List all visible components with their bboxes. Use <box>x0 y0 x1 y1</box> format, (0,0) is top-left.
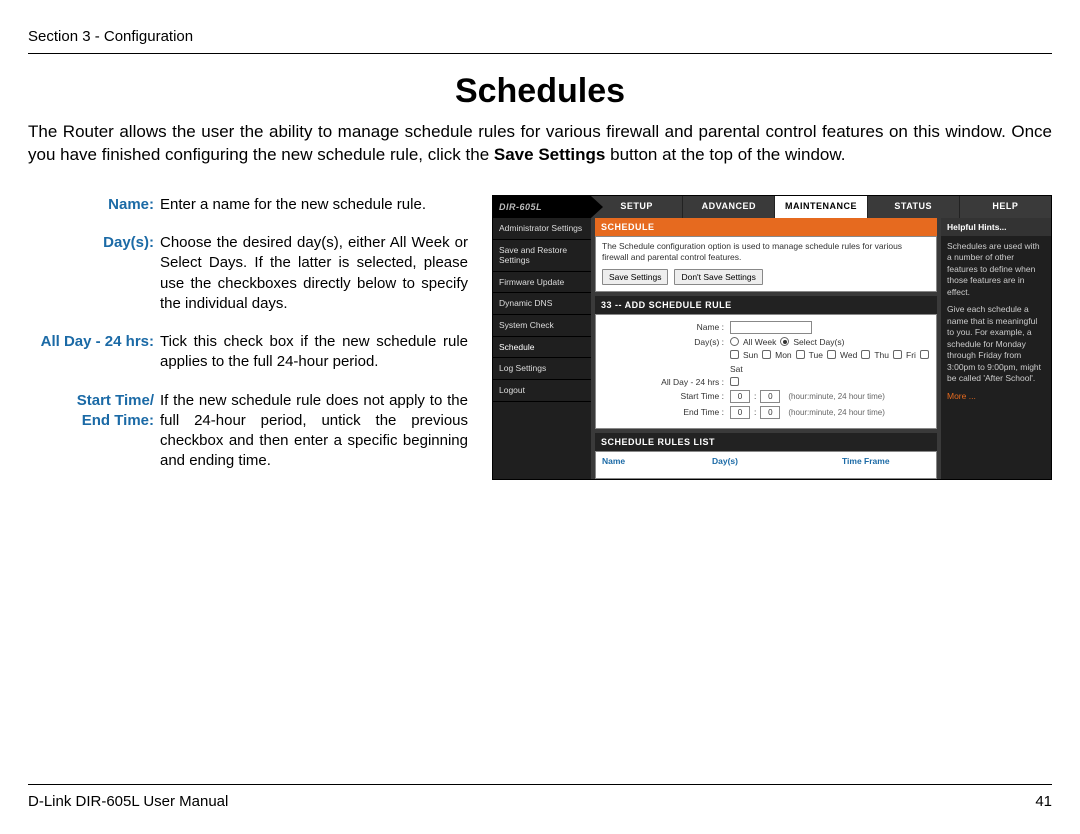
help-more-link[interactable]: More ... <box>947 391 1045 402</box>
form-days-label: Day(s) : <box>602 337 730 347</box>
time-sep: : <box>754 407 756 417</box>
sidenav-save-restore[interactable]: Save and Restore Settings <box>493 240 591 272</box>
panel-schedule-head: SCHEDULE <box>595 218 937 236</box>
radio-select-days-label: Select Day(s) <box>793 337 844 347</box>
definition-days: Day(s): Choose the desired day(s), eithe… <box>28 233 468 314</box>
sidenav-firmware[interactable]: Firmware Update <box>493 272 591 294</box>
save-settings-button[interactable]: Save Settings <box>602 269 668 285</box>
panel-desc: The Schedule configuration option is use… <box>596 237 936 267</box>
footer-left: D-Link DIR-605L User Manual <box>28 793 228 810</box>
chk-allday[interactable] <box>730 377 739 386</box>
start-hour-input[interactable]: 0 <box>730 390 750 403</box>
chk-fri[interactable] <box>893 350 902 359</box>
sidenav-system-check[interactable]: System Check <box>493 315 591 337</box>
sidenav-admin[interactable]: Administrator Settings <box>493 218 591 240</box>
end-time-hint: (hour:minute, 24 hour time) <box>788 408 885 417</box>
radio-all-week[interactable] <box>730 337 739 346</box>
day-sat: Sat <box>730 364 743 374</box>
col-days: Day(s) <box>712 456 842 466</box>
chk-wed[interactable] <box>827 350 836 359</box>
help-p1: Schedules are used with a number of othe… <box>947 241 1045 298</box>
start-time-hint: (hour:minute, 24 hour time) <box>788 392 885 401</box>
time-sep: : <box>754 391 756 401</box>
definition-name: Name: Enter a name for the new schedule … <box>28 195 468 215</box>
help-head: Helpful Hints... <box>941 218 1051 236</box>
form-name-label: Name : <box>602 322 730 332</box>
tab-maintenance[interactable]: MAINTENANCE <box>775 196 867 218</box>
chk-mon[interactable] <box>762 350 771 359</box>
sidenav-schedule[interactable]: Schedule <box>493 337 591 359</box>
chk-thu[interactable] <box>861 350 870 359</box>
section-header: Section 3 - Configuration <box>28 28 1052 54</box>
router-screenshot: DIR-605L SETUP ADVANCED MAINTENANCE STAT… <box>492 195 1052 490</box>
chk-sat[interactable] <box>920 350 929 359</box>
tab-advanced[interactable]: ADVANCED <box>683 196 775 218</box>
definition-label: Name: <box>28 195 160 215</box>
day-mon: Mon <box>775 350 792 360</box>
intro-paragraph: The Router allows the user the ability t… <box>28 121 1052 167</box>
tab-status[interactable]: STATUS <box>868 196 960 218</box>
end-min-input[interactable]: 0 <box>760 406 780 419</box>
definition-desc: Tick this check box if the new schedule … <box>160 332 468 373</box>
day-wed: Wed <box>840 350 857 360</box>
help-p2: Give each schedule a name that is meanin… <box>947 304 1045 384</box>
sidenav-logout[interactable]: Logout <box>493 380 591 402</box>
sidenav-ddns[interactable]: Dynamic DNS <box>493 293 591 315</box>
chk-tue[interactable] <box>796 350 805 359</box>
end-hour-input[interactable]: 0 <box>730 406 750 419</box>
definition-list: Name: Enter a name for the new schedule … <box>28 195 468 490</box>
definition-allday: All Day - 24 hrs: Tick this check box if… <box>28 332 468 373</box>
sidenav-log[interactable]: Log Settings <box>493 358 591 380</box>
form-end-label: End Time : <box>602 407 730 417</box>
col-timeframe: Time Frame <box>842 456 930 466</box>
dont-save-button[interactable]: Don't Save Settings <box>674 269 762 285</box>
add-rule-head: 33 -- ADD SCHEDULE RULE <box>595 296 937 314</box>
chk-sun[interactable] <box>730 350 739 359</box>
form-start-label: Start Time : <box>602 391 730 401</box>
definition-label: All Day - 24 hrs: <box>28 332 160 373</box>
day-sun: Sun <box>743 350 758 360</box>
tab-help[interactable]: HELP <box>960 196 1051 218</box>
page-title: Schedules <box>28 72 1052 111</box>
day-tue: Tue <box>809 350 823 360</box>
tab-setup[interactable]: SETUP <box>591 196 683 218</box>
model-label: DIR-605L <box>493 196 591 218</box>
page-number: 41 <box>1035 793 1052 810</box>
form-allday-label: All Day - 24 hrs : <box>602 377 730 387</box>
intro-text-bold: Save Settings <box>494 145 606 164</box>
radio-select-days[interactable] <box>780 337 789 346</box>
col-name: Name <box>602 456 712 466</box>
side-nav: Administrator Settings Save and Restore … <box>493 218 591 479</box>
definition-starttime: Start Time/ End Time: If the new schedul… <box>28 391 468 472</box>
definition-label: Day(s): <box>28 233 160 314</box>
start-min-input[interactable]: 0 <box>760 390 780 403</box>
rules-list-head: SCHEDULE RULES LIST <box>595 433 937 451</box>
day-thu: Thu <box>874 350 889 360</box>
definition-desc: Choose the desired day(s), either All We… <box>160 233 468 314</box>
radio-all-week-label: All Week <box>743 337 776 347</box>
definition-desc: Enter a name for the new schedule rule. <box>160 195 468 215</box>
definition-desc: If the new schedule rule does not apply … <box>160 391 468 472</box>
definition-label: Start Time/ End Time: <box>28 391 160 472</box>
name-input[interactable] <box>730 321 812 334</box>
day-fri: Fri <box>906 350 916 360</box>
intro-text-after: button at the top of the window. <box>605 145 845 164</box>
